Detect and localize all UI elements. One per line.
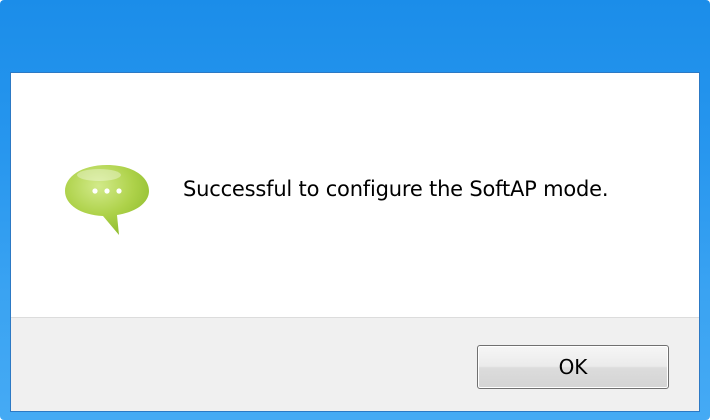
ok-button-label: OK — [558, 355, 588, 379]
dialog-window: Successful to configure the SoftAP mode.… — [0, 0, 710, 420]
dialog-footer: OK — [11, 317, 699, 411]
speech-bubble-icon — [65, 165, 149, 235]
dialog-titlebar[interactable] — [0, 0, 710, 72]
ok-button[interactable]: OK — [477, 345, 669, 389]
message-text: Successful to configure the SoftAP mode. — [183, 177, 609, 201]
dialog-client-area: Successful to configure the SoftAP mode.… — [10, 72, 700, 412]
message-area: Successful to configure the SoftAP mode. — [11, 73, 699, 317]
